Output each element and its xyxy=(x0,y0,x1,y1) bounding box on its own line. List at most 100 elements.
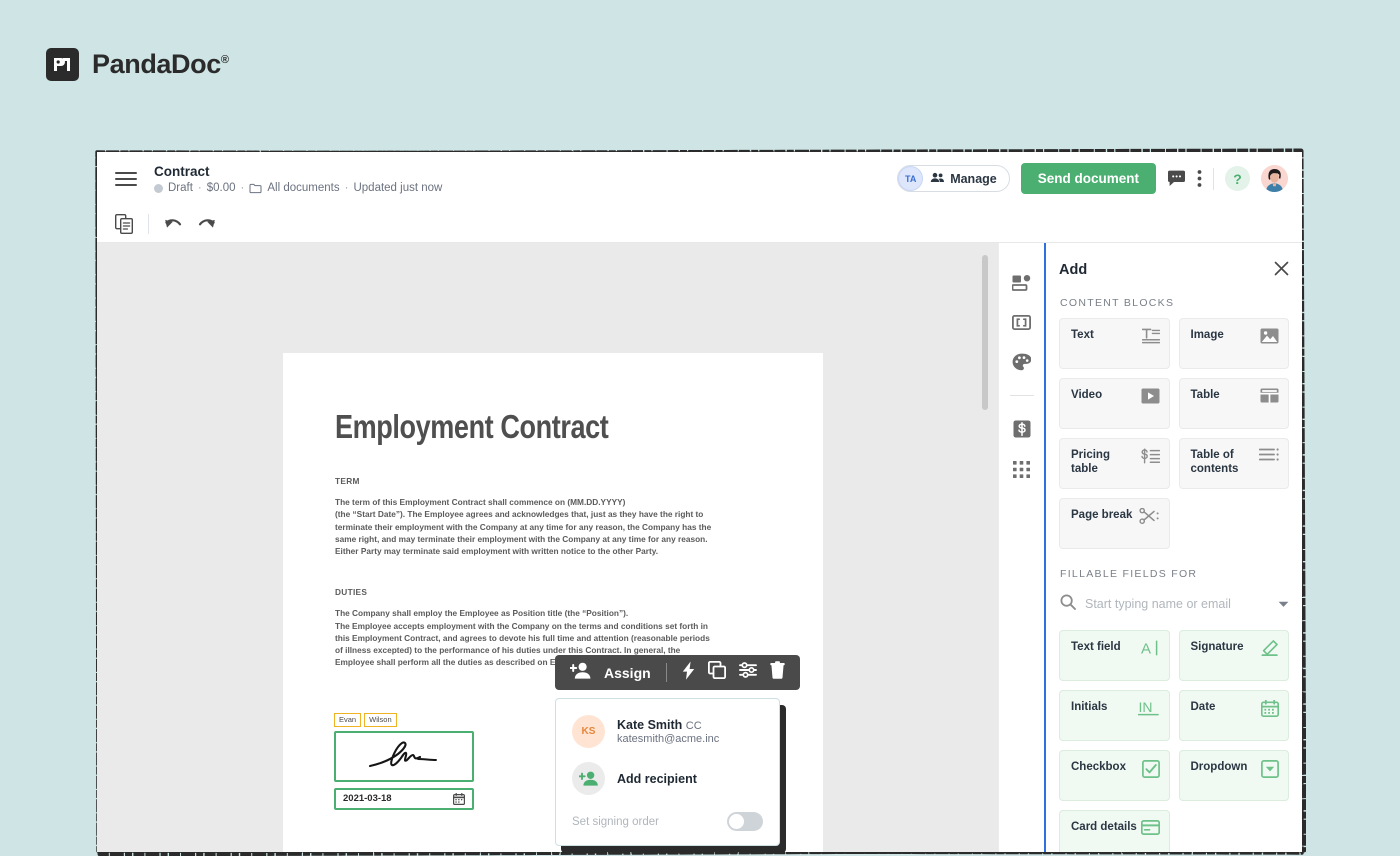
tile-label: Table xyxy=(1190,389,1220,401)
document-title-block: Contract Draft · $0.00 · All documents ·… xyxy=(154,163,442,194)
manage-button[interactable]: TA Manage xyxy=(897,165,1010,192)
document-heading: Employment Contract xyxy=(335,408,609,445)
recipient-row[interactable]: KS Kate Smith CC katesmith@acme.inc xyxy=(572,715,763,748)
add-panel-header: Add xyxy=(1059,243,1289,288)
field-checkbox[interactable]: Checkbox xyxy=(1059,750,1170,801)
tile-label: Initials xyxy=(1071,701,1108,713)
field-dropdown[interactable]: Dropdown xyxy=(1178,750,1289,801)
add-panel-title: Add xyxy=(1059,261,1088,278)
add-panel: Add CONTENT BLOCKS Text Image Video Tabl… xyxy=(1044,243,1302,852)
add-person-icon[interactable] xyxy=(569,662,591,684)
assign-label[interactable]: Assign xyxy=(604,665,651,681)
document-section-term: TERM The term of this Employment Contrac… xyxy=(335,476,771,557)
close-icon[interactable] xyxy=(1274,261,1289,279)
field-date[interactable]: Date xyxy=(1178,690,1289,741)
header-divider xyxy=(1213,167,1214,190)
duplicate-icon[interactable] xyxy=(707,660,726,684)
redo-icon[interactable] xyxy=(197,217,217,231)
people-icon xyxy=(930,170,945,188)
tile-label: Dropdown xyxy=(1190,761,1248,773)
comment-icon[interactable] xyxy=(1167,170,1186,187)
add-person-icon xyxy=(572,762,605,795)
kebab-menu-icon[interactable] xyxy=(1197,169,1202,188)
editor-tool-rail xyxy=(998,243,1044,852)
search-input[interactable]: Start typing name or email xyxy=(1085,597,1231,611)
recipient-search-row[interactable]: Start typing name or email xyxy=(1060,589,1289,619)
recipient-email: katesmith@acme.inc xyxy=(617,733,720,745)
content-block-pricing-table[interactable]: Pricing table xyxy=(1059,438,1170,489)
pricing-table-icon xyxy=(1140,448,1160,464)
recipient-details: Kate Smith CC katesmith@acme.inc xyxy=(617,718,719,745)
signature-field[interactable] xyxy=(334,730,474,782)
tag-last-name[interactable]: Wilson xyxy=(364,713,397,727)
recipient-role: CC xyxy=(685,720,702,732)
text-field-icon: A xyxy=(1141,640,1160,656)
send-document-button[interactable]: Send document xyxy=(1020,163,1156,194)
app-body: Employment Contract TERM The term of thi… xyxy=(97,243,1302,852)
field-card-details[interactable]: Card details xyxy=(1059,810,1170,852)
content-blocks-title: CONTENT BLOCKS xyxy=(1060,297,1175,309)
scissors-page-break-icon xyxy=(1138,508,1160,524)
folder-icon xyxy=(249,183,262,194)
avatar[interactable] xyxy=(1261,165,1288,192)
chevron-down-icon[interactable] xyxy=(1278,595,1289,613)
tile-label: Text xyxy=(1071,329,1094,341)
content-block-table[interactable]: Table xyxy=(1178,378,1289,429)
handwritten-signature-icon xyxy=(368,741,437,768)
field-text-field[interactable]: Text field A xyxy=(1059,630,1170,681)
tile-label: Table of contents xyxy=(1190,449,1239,476)
status-badge: Draft xyxy=(168,182,193,195)
dropdown-icon xyxy=(1261,760,1279,778)
undo-icon[interactable] xyxy=(163,217,183,231)
tile-label: Checkbox xyxy=(1071,761,1126,773)
signing-order-label: Set signing order xyxy=(572,815,659,828)
table-icon xyxy=(1260,388,1279,403)
document-canvas: Employment Contract TERM The term of thi… xyxy=(97,243,998,852)
section-title: TERM xyxy=(335,476,360,486)
toolbar-divider xyxy=(148,213,149,234)
manage-label: Manage xyxy=(950,171,997,186)
editor-toolbar xyxy=(97,205,1302,243)
app-header: Contract Draft · $0.00 · All documents ·… xyxy=(97,152,1302,205)
content-block-image[interactable]: Image xyxy=(1178,318,1289,369)
lightning-bolt-icon[interactable] xyxy=(682,661,695,685)
recipient-name-tags: Evan Wilson xyxy=(334,713,474,727)
trash-icon[interactable] xyxy=(769,661,785,684)
signing-order-toggle[interactable] xyxy=(727,812,763,831)
canvas-scrollbar[interactable] xyxy=(982,255,988,410)
meta-separator-2: · xyxy=(240,182,245,195)
layout-blocks-icon[interactable] xyxy=(1012,275,1031,292)
help-button[interactable]: ? xyxy=(1225,166,1250,191)
add-recipient-row[interactable]: Add recipient xyxy=(572,762,763,795)
content-block-text[interactable]: Text xyxy=(1059,318,1170,369)
apps-grid-icon[interactable] xyxy=(1013,461,1030,478)
field-signature[interactable]: Signature xyxy=(1178,630,1289,681)
sliders-settings-icon[interactable] xyxy=(738,661,757,684)
document-pages-icon[interactable] xyxy=(115,213,134,234)
page-title: Contract xyxy=(154,163,210,179)
fillable-fields-grid: Text field A Signature Initials IN Date … xyxy=(1059,630,1289,852)
variables-brackets-icon[interactable] xyxy=(1012,315,1031,330)
content-block-video[interactable]: Video xyxy=(1059,378,1170,429)
theme-palette-icon[interactable] xyxy=(1012,353,1031,371)
section-body: The term of this Employment Contract sha… xyxy=(335,497,712,557)
svg-text:IN: IN xyxy=(1138,700,1152,715)
recipient-avatar: KS xyxy=(572,715,605,748)
pricing-dollar-icon[interactable] xyxy=(1013,420,1031,438)
date-field[interactable]: 2021-03-18 xyxy=(334,787,474,810)
field-initials[interactable]: Initials IN xyxy=(1059,690,1170,741)
document-folder[interactable]: All documents xyxy=(267,182,339,194)
content-block-table-of-contents[interactable]: Table of contents xyxy=(1178,438,1289,489)
hamburger-menu-icon[interactable] xyxy=(115,171,137,186)
header-actions: TA Manage Send document ? xyxy=(897,163,1288,194)
brand-name: PandaDoc® xyxy=(92,49,229,79)
app-window: Contract Draft · $0.00 · All documents ·… xyxy=(97,152,1302,852)
document-meta: Draft · $0.00 · All documents · Updated … xyxy=(154,182,442,194)
section-title: DUTIES xyxy=(335,587,368,598)
assign-divider xyxy=(665,663,667,682)
content-block-page-break[interactable]: Page break xyxy=(1059,498,1170,549)
pandadoc-logo: PandaDoc® xyxy=(46,48,229,81)
tag-first-name[interactable]: Evan xyxy=(334,713,362,727)
fillable-fields-title: FILLABLE FIELDS FOR xyxy=(1060,568,1198,580)
field-assign-toolbar: Assign xyxy=(555,655,800,690)
